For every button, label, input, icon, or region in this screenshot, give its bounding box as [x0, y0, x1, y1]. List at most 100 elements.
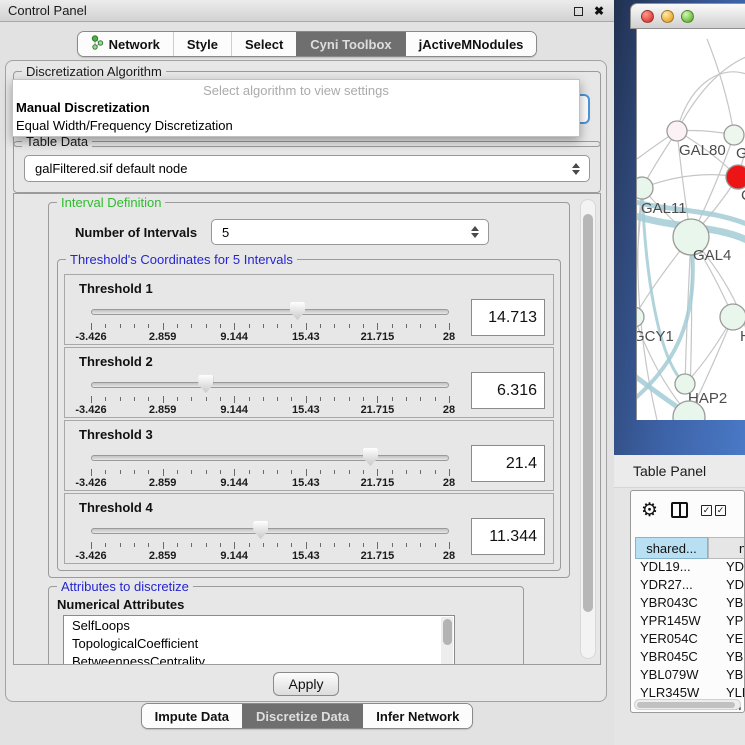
threshold-value-input[interactable]: 6.316	[471, 372, 545, 409]
table-panel-header: Table Panel	[614, 455, 745, 488]
tick-label: 21.715	[361, 404, 395, 416]
network-view-canvas[interactable]: GAL80GACGAL11GAL4GCY1HHAP2	[636, 29, 745, 420]
network-canvas-svg: GAL80GACGAL11GAL4GCY1HHAP2	[637, 29, 745, 420]
traffic-light-zoom-icon[interactable]	[681, 10, 694, 23]
thresholds-group: Threshold's Coordinates for 5 Intervals …	[57, 259, 561, 571]
slider-thumb-icon[interactable]	[290, 302, 305, 320]
table-cell-shared-name[interactable]: YBL079W	[635, 667, 708, 685]
panel-scrollbar-thumb[interactable]	[583, 214, 593, 612]
slider-track[interactable]	[91, 382, 449, 388]
table-row[interactable]: YBL079WYBL0...	[635, 667, 745, 685]
threshold-value-input[interactable]: 11.344	[471, 518, 545, 555]
tab-network[interactable]: Network	[78, 32, 173, 56]
gear-icon[interactable]: ⚙	[641, 501, 658, 520]
tick-mark	[334, 543, 335, 547]
network-node[interactable]	[637, 307, 644, 327]
float-window-icon[interactable]	[574, 7, 583, 16]
tick-mark	[206, 543, 207, 547]
table-cell-name[interactable]: YER0...	[708, 631, 745, 649]
threshold-panel: Threshold 3-3.4262.8599.14415.4321.71528…	[64, 420, 554, 491]
table-row[interactable]: YER054CYER0...	[635, 631, 745, 649]
table-h-scrollbar[interactable]	[634, 699, 741, 710]
table-cell-name[interactable]: YBR0...	[708, 649, 745, 667]
numerical-attributes-list[interactable]: SelfLoopsTopologicalCoefficientBetweenne…	[63, 615, 455, 665]
attribute-list-item[interactable]: SelfLoops	[64, 616, 454, 634]
table-cell-shared-name[interactable]: YBR043C	[635, 595, 708, 613]
network-node[interactable]	[724, 125, 744, 145]
split-columns-icon[interactable]	[671, 502, 688, 518]
table-row[interactable]: YBR045CYBR0...	[635, 649, 745, 667]
slider-tick-labels: -3.4262.8599.14415.4321.71528	[91, 404, 449, 416]
close-icon[interactable]: ✖	[594, 5, 604, 17]
tick-mark	[435, 470, 436, 474]
table-data-select[interactable]: galFiltered.sif default node	[24, 155, 590, 182]
tick-label: 2.859	[149, 331, 177, 343]
list-scrollbar[interactable]	[441, 617, 453, 665]
column-header-shared-name[interactable]: shared...	[635, 537, 708, 559]
tick-mark	[263, 470, 264, 474]
network-edge[interactable]	[642, 175, 738, 188]
network-node[interactable]	[720, 304, 745, 330]
table-cell-shared-name[interactable]: YDL19...	[635, 559, 708, 577]
tick-mark	[406, 397, 407, 401]
table-cell-shared-name[interactable]: YBR045C	[635, 649, 708, 667]
tick-mark	[291, 324, 292, 328]
network-edge[interactable]	[707, 39, 734, 135]
tab-select[interactable]: Select	[231, 32, 296, 56]
slider-track[interactable]	[91, 455, 449, 461]
tick-mark	[120, 543, 121, 547]
table-cell-shared-name[interactable]: YPR145W	[635, 613, 708, 631]
attribute-list-item[interactable]: TopologicalCoefficient	[64, 634, 454, 652]
table-cell-shared-name[interactable]: YDR27...	[635, 577, 708, 595]
apply-button[interactable]: Apply	[273, 672, 339, 696]
tab-style[interactable]: Style	[173, 32, 231, 56]
attribute-list-item[interactable]: BetweennessCentrality	[64, 652, 454, 665]
traffic-light-close-icon[interactable]	[641, 10, 654, 23]
table-row[interactable]: YDL19...YDL1...	[635, 559, 745, 577]
table-cell-shared-name[interactable]: YER054C	[635, 631, 708, 649]
network-window-titlebar[interactable]	[630, 3, 745, 29]
slider-thumb-icon[interactable]	[198, 375, 213, 393]
table-cell-name[interactable]: YBR0...	[708, 595, 745, 613]
table-row[interactable]: YPR145WYPR1...	[635, 613, 745, 631]
tick-label: 15.43	[292, 477, 320, 489]
network-edge[interactable]	[677, 72, 745, 131]
tick-mark	[191, 543, 192, 547]
tick-mark	[449, 323, 450, 330]
bottom-tab-infer-network[interactable]: Infer Network	[362, 704, 472, 728]
list-scrollbar-thumb[interactable]	[443, 619, 452, 645]
algorithm-popup-item[interactable]: Manual Discretization	[13, 99, 579, 117]
select-columns-icon[interactable]: ✓ ✓	[701, 505, 726, 516]
table-h-scrollbar-thumb[interactable]	[637, 702, 735, 708]
panel-scrollbar[interactable]	[580, 199, 596, 659]
tab-cyni-toolbox[interactable]: Cyni Toolbox	[296, 32, 404, 56]
column-header-name[interactable]: na...	[708, 537, 745, 559]
network-node[interactable]	[637, 177, 653, 199]
traffic-light-minimize-icon[interactable]	[661, 10, 674, 23]
table-cell-name[interactable]: YDL1...	[708, 559, 745, 577]
number-of-intervals-select[interactable]: 5	[211, 219, 489, 245]
table-row[interactable]: YDR27...YDR2...	[635, 577, 745, 595]
tab-jactivemnodules[interactable]: jActiveMNodules	[405, 32, 537, 56]
slider-track[interactable]	[91, 309, 449, 315]
network-node-label: H	[740, 328, 745, 345]
threshold-value-input[interactable]: 21.4	[471, 445, 545, 482]
table-row[interactable]: YBR043CYBR0...	[635, 595, 745, 613]
tick-mark	[334, 397, 335, 401]
network-edge[interactable]	[677, 57, 745, 131]
bottom-tab-discretize-data[interactable]: Discretize Data	[242, 704, 362, 728]
slider-track[interactable]	[91, 528, 449, 534]
algorithm-popup-item[interactable]: Equal Width/Frequency Discretization	[13, 117, 579, 135]
network-node[interactable]	[667, 121, 687, 141]
slider-thumb-icon[interactable]	[253, 521, 268, 539]
slider-thumb-icon[interactable]	[363, 448, 378, 466]
tick-mark	[392, 324, 393, 328]
bottom-tab-impute-data[interactable]: Impute Data	[142, 704, 242, 728]
tick-mark	[206, 470, 207, 474]
threshold-value-input[interactable]: 14.713	[471, 299, 545, 336]
table-cell-name[interactable]: YBL0...	[708, 667, 745, 685]
tick-mark	[191, 470, 192, 474]
table-cell-name[interactable]: YPR1...	[708, 613, 745, 631]
table-cell-name[interactable]: YDR2...	[708, 577, 745, 595]
network-node[interactable]	[726, 165, 745, 189]
